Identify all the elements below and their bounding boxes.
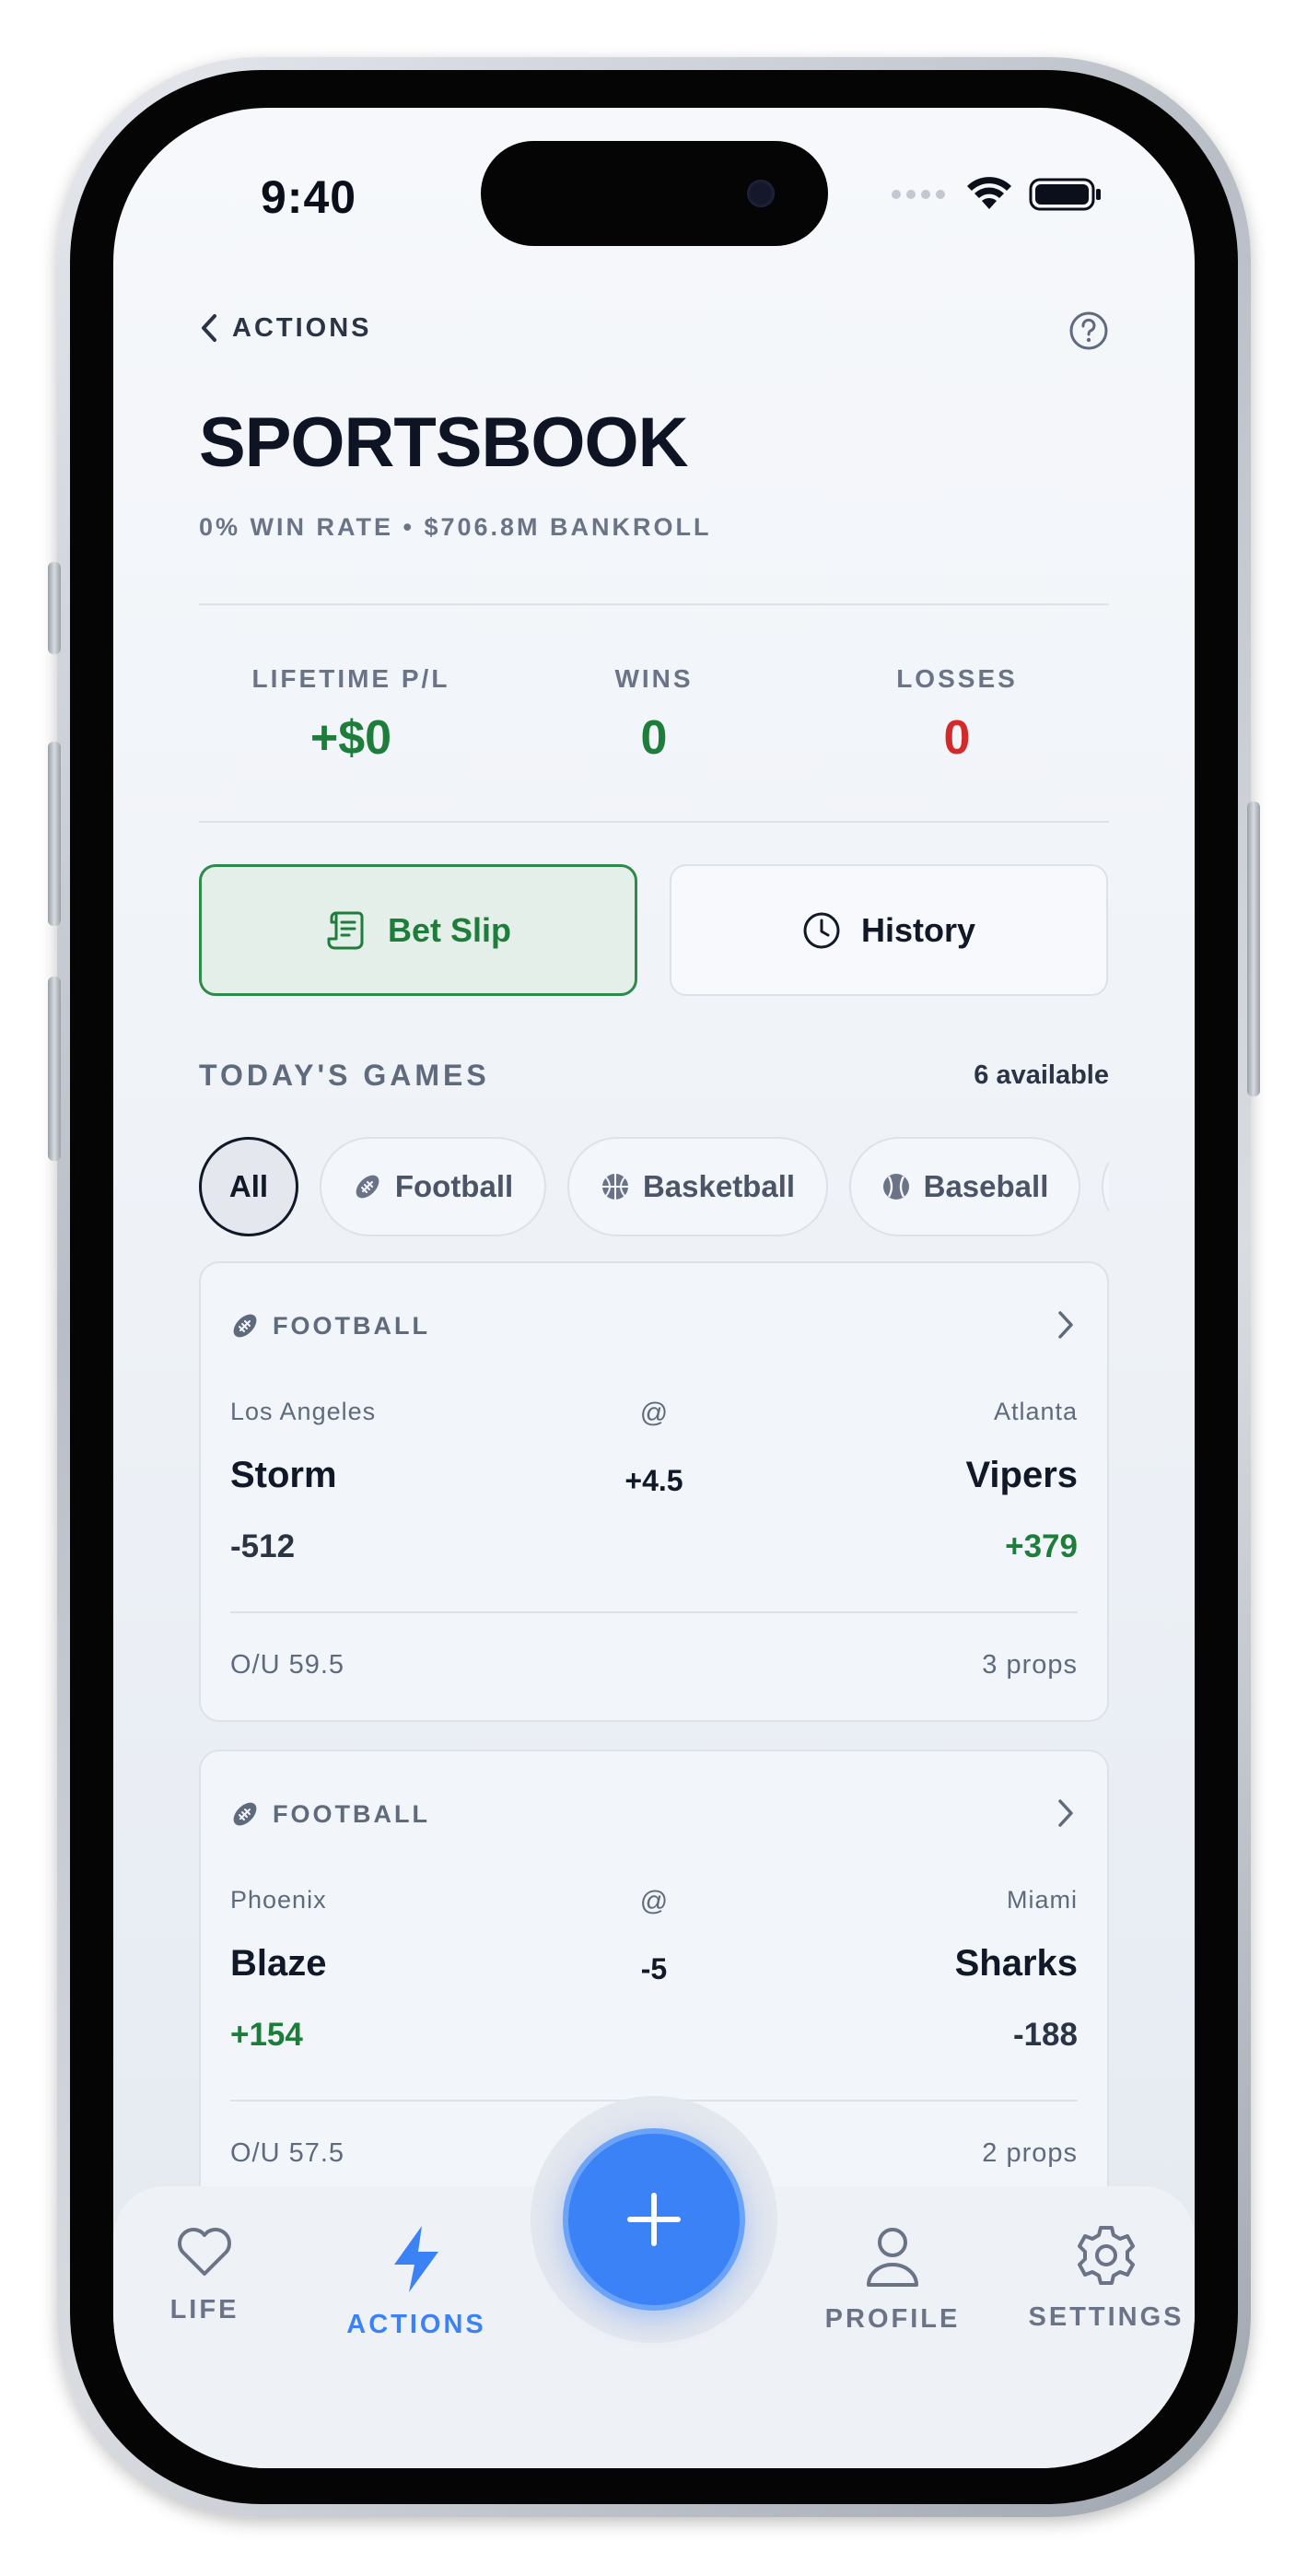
at-symbol: @ xyxy=(639,1886,669,1916)
sport-label: FOOTBALL xyxy=(273,1799,430,1828)
status-indicators xyxy=(891,176,1103,213)
nav-label: LIFE xyxy=(169,2295,239,2324)
help-icon[interactable] xyxy=(1068,310,1109,351)
at-symbol: @ xyxy=(639,1398,669,1428)
volume-up-button xyxy=(48,742,61,926)
football-icon xyxy=(233,1314,257,1338)
stat-label: LIFETIME P/L xyxy=(251,664,450,693)
heart-icon xyxy=(178,2228,231,2276)
action-button xyxy=(48,562,61,654)
gear-icon xyxy=(1078,2226,1135,2285)
stat-label: LOSSES xyxy=(896,664,1018,693)
chevron-left-icon xyxy=(202,314,216,342)
sport-filter-chips: All Football Basketball Baseball xyxy=(199,1137,1109,1238)
cellular-signal-icon xyxy=(892,190,945,199)
front-camera xyxy=(747,180,775,207)
add-bet-button[interactable] xyxy=(563,2128,745,2311)
football-icon xyxy=(356,1175,379,1199)
chip-football[interactable]: Football xyxy=(320,1137,546,1236)
stat-wins: WINS 0 xyxy=(502,664,806,766)
nav-label: PROFILE xyxy=(824,2304,961,2334)
home-team: Sharks xyxy=(954,1943,1078,1984)
chip-baseball[interactable]: Baseball xyxy=(849,1137,1080,1236)
receipt-icon xyxy=(327,911,364,949)
person-icon xyxy=(867,2228,918,2287)
stat-label: WINS xyxy=(614,664,694,693)
nav-actions[interactable]: ACTIONS xyxy=(315,2224,518,2340)
chip-label: Baseball xyxy=(923,1169,1049,1203)
screen: 9:40 ACTIONS SPORTSBOOK 0% WIN RATE • $7… xyxy=(113,108,1195,2468)
home-city: Miami xyxy=(1007,1886,1078,1914)
battery-icon xyxy=(1029,178,1101,211)
stat-lifetime-pl: LIFETIME P/L +$0 xyxy=(199,664,503,766)
home-odds[interactable]: -188 xyxy=(1013,2017,1078,2054)
chevron-right-icon xyxy=(1058,1799,1073,1827)
nav-label: ACTIONS xyxy=(346,2310,486,2339)
football-icon xyxy=(233,1802,257,1826)
page-subtitle: 0% WIN RATE • $706.8M BANKROLL xyxy=(199,513,712,541)
props-count: 2 props xyxy=(982,2138,1078,2168)
stat-value: 0 xyxy=(640,711,668,765)
chip-label: All xyxy=(228,1169,269,1203)
volume-down-button xyxy=(48,977,61,1161)
section-title: TODAY'S GAMES xyxy=(199,1059,490,1092)
stats-divider xyxy=(199,821,1109,823)
chevron-right-icon xyxy=(1058,1311,1073,1339)
power-button xyxy=(1247,802,1260,1096)
home-city: Atlanta xyxy=(993,1398,1078,1425)
header-divider xyxy=(199,603,1109,605)
game-card[interactable]: FOOTBALL Los Angeles @ Atlanta Storm +4.… xyxy=(199,1261,1109,1722)
away-odds[interactable]: +154 xyxy=(230,2017,303,2054)
nav-settings[interactable]: SETTINGS xyxy=(1005,2224,1195,2333)
clock-icon xyxy=(803,912,840,948)
bolt-icon xyxy=(394,2226,438,2292)
page-title: SPORTSBOOK xyxy=(199,404,688,482)
game-sport: FOOTBALL xyxy=(230,1799,430,1829)
history-label: History xyxy=(860,910,976,949)
status-time: 9:40 xyxy=(261,171,357,223)
nav-life[interactable]: LIFE xyxy=(113,2224,306,2325)
basketball-icon xyxy=(601,1174,628,1200)
bet-slip-label: Bet Slip xyxy=(387,910,511,949)
away-odds[interactable]: -512 xyxy=(230,1528,295,1565)
home-team: Vipers xyxy=(965,1455,1078,1495)
stat-value: +$0 xyxy=(309,711,392,765)
game-sport: FOOTBALL xyxy=(230,1311,430,1341)
bet-slip-button[interactable]: Bet Slip xyxy=(199,864,637,996)
nav-label: SETTINGS xyxy=(1028,2302,1184,2332)
games-count: 6 available xyxy=(974,1060,1109,1090)
over-under: O/U 59.5 xyxy=(230,1650,345,1680)
stat-losses: LOSSES 0 xyxy=(805,664,1109,766)
dynamic-island xyxy=(481,141,828,246)
sport-label: FOOTBALL xyxy=(273,1311,430,1340)
chip-label: Basketball xyxy=(642,1169,796,1203)
chip-label: Football xyxy=(394,1169,514,1203)
stat-value: 0 xyxy=(943,711,971,765)
history-button[interactable]: History xyxy=(670,864,1108,996)
back-label: ACTIONS xyxy=(232,312,372,343)
home-odds[interactable]: +379 xyxy=(1005,1528,1078,1565)
chip-basketball[interactable]: Basketball xyxy=(567,1137,828,1236)
chip-more[interactable] xyxy=(1102,1137,1109,1236)
back-button[interactable]: ACTIONS xyxy=(199,312,372,344)
props-count: 3 props xyxy=(982,1650,1078,1680)
plus-icon xyxy=(627,2193,681,2246)
wifi-icon xyxy=(967,177,1011,209)
card-divider xyxy=(230,1611,1078,1613)
over-under: O/U 57.5 xyxy=(230,2138,345,2168)
chip-all[interactable]: All xyxy=(199,1137,298,1236)
nav-profile[interactable]: PROFILE xyxy=(791,2224,994,2335)
baseball-icon xyxy=(882,1174,909,1200)
